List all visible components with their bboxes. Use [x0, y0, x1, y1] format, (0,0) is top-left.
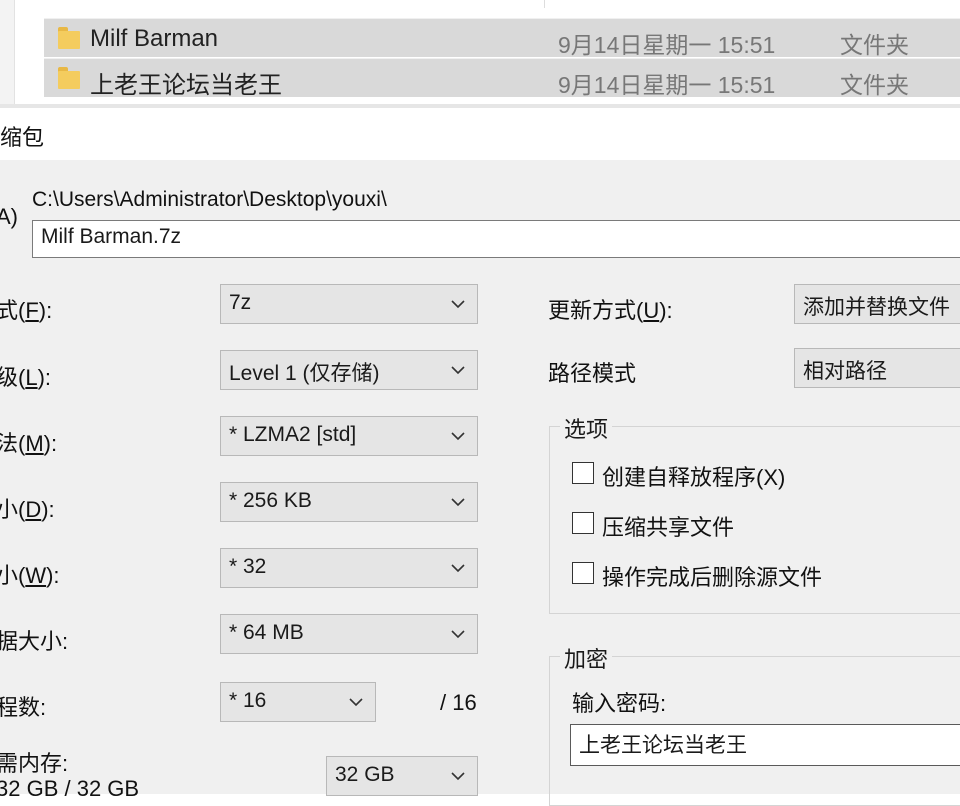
file-date: 9月14日星期一 15:51: [558, 32, 776, 58]
block-size-select[interactable]: * 64 MB: [220, 614, 478, 654]
file-type: 文件夹: [840, 32, 909, 58]
password-input[interactable]: 上老王论坛当老王: [570, 724, 960, 766]
word-size-select[interactable]: * 32: [220, 548, 478, 588]
chevron-down-icon: [451, 366, 465, 375]
explorer-nav-strip: [0, 0, 15, 108]
update-mode-label: 更新方式(U):: [548, 298, 673, 323]
shared-files-checkbox[interactable]: [572, 512, 594, 534]
level-label: 级(L):: [0, 365, 52, 390]
chevron-down-icon: [349, 698, 363, 707]
update-mode-select[interactable]: 添加并替换文件: [794, 284, 960, 324]
memory-label: 需内存:: [0, 751, 69, 776]
dialog-title: 缩包: [0, 125, 45, 150]
block-size-label: 据大小:: [0, 629, 69, 654]
chevron-down-icon: [451, 772, 465, 781]
folder-icon: [58, 67, 80, 89]
encryption-group-title: 加密: [560, 642, 613, 674]
threads-value: * 16: [229, 689, 267, 712]
delete-after-checkbox[interactable]: [572, 562, 594, 584]
dictionary-value: * 256 KB: [229, 489, 312, 512]
options-group-title: 选项: [560, 412, 613, 444]
path-mode-value: 相对路径: [803, 360, 887, 383]
chevron-down-icon: [451, 498, 465, 507]
chevron-down-icon: [451, 300, 465, 309]
sfx-label: 创建自释放程序(X): [602, 465, 786, 490]
memory-usage: 32 GB / 32 GB: [0, 776, 140, 801]
delete-after-label: 操作完成后删除源文件: [602, 565, 823, 590]
block-size-value: * 64 MB: [229, 621, 304, 644]
archive-label: A): [0, 204, 18, 229]
dialog-title-bar: 缩包: [0, 108, 960, 160]
update-mode-value: 添加并替换文件: [803, 296, 950, 319]
archive-name-input[interactable]: Milf Barman.7z: [32, 220, 960, 258]
format-label: 式(F):: [0, 298, 53, 323]
chevron-down-icon: [451, 630, 465, 639]
archive-path: C:\Users\Administrator\Desktop\youxi\: [32, 188, 387, 211]
word-size-value: * 32: [229, 555, 267, 578]
sfx-checkbox[interactable]: [572, 462, 594, 484]
memory-value: 32 GB: [335, 763, 395, 786]
add-to-archive-dialog: 缩包 A) C:\Users\Administrator\Desktop\you…: [0, 108, 960, 806]
file-explorer-background: Milf Barman 9月14日星期一 15:51 文件夹 上老王论坛当老王 …: [0, 0, 960, 108]
level-value: Level 1 (仅存储): [229, 362, 380, 385]
format-select[interactable]: 7z: [220, 284, 478, 324]
dictionary-select[interactable]: * 256 KB: [220, 482, 478, 522]
threads-label: 程数:: [0, 695, 47, 720]
memory-select[interactable]: 32 GB: [326, 756, 478, 796]
file-name: Milf Barman: [90, 25, 219, 52]
file-row[interactable]: Milf Barman 9月14日星期一 15:51 文件夹: [44, 18, 960, 58]
password-label: 输入密码:: [572, 691, 667, 716]
threads-select[interactable]: * 16: [220, 682, 376, 722]
word-size-label: 小(W):: [0, 563, 60, 588]
method-select[interactable]: * LZMA2 [std]: [220, 416, 478, 456]
chevron-down-icon: [451, 564, 465, 573]
file-date: 9月14日星期一 15:51: [558, 72, 776, 98]
folder-icon: [58, 27, 80, 49]
path-mode-label: 路径模式: [548, 361, 637, 386]
file-type: 文件夹: [840, 72, 909, 98]
column-divider: [544, 0, 545, 8]
level-select[interactable]: Level 1 (仅存储): [220, 350, 478, 390]
method-value: * LZMA2 [std]: [229, 423, 357, 446]
chevron-down-icon: [451, 432, 465, 441]
threads-max: / 16: [440, 690, 477, 715]
format-value: 7z: [229, 291, 252, 314]
file-row[interactable]: 上老王论坛当老王 9月14日星期一 15:51 文件夹: [44, 58, 960, 99]
shared-files-label: 压缩共享文件: [602, 515, 735, 540]
file-name: 上老王论坛当老王: [90, 72, 282, 99]
path-mode-select[interactable]: 相对路径: [794, 348, 960, 388]
dictionary-label: 小(D):: [0, 497, 55, 522]
method-label: 法(M):: [0, 431, 58, 456]
